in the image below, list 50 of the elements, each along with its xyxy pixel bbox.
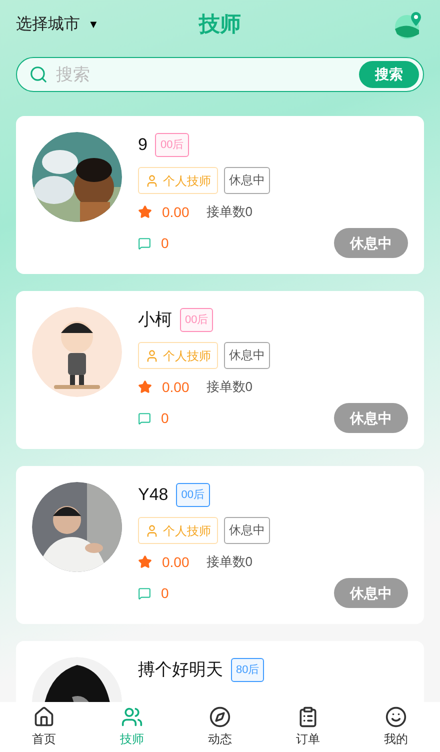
rating: 0.00 [162, 378, 190, 396]
search-icon [29, 65, 48, 84]
technician-card[interactable]: 小柯 00后 个人技师 休息中 0.00 接单数0 0 休息中 [16, 291, 424, 449]
tab-bar-item[interactable]: 首页 [14, 706, 74, 748]
status-tag: 休息中 [224, 342, 270, 369]
comment-icon [138, 412, 151, 424]
tab-bar-item[interactable]: 我的 [366, 706, 426, 748]
order-count: 接单数0 [206, 378, 252, 396]
age-tag: 00后 [176, 482, 210, 508]
technician-name: 小柯 [138, 309, 172, 332]
caret-icon[interactable]: ▼ [88, 16, 99, 34]
technician-card[interactable]: Y48 00后 个人技师 休息中 0.00 接单数0 0 休息中 [16, 466, 424, 624]
order-count: 接单数0 [206, 553, 252, 572]
age-tag: 80后 [231, 658, 264, 682]
type-tag-label: 个人技师 [163, 172, 211, 190]
rating: 0.00 [162, 202, 190, 222]
status-tag: 休息中 [224, 517, 270, 544]
person-icon [145, 524, 159, 538]
comment-count: 0 [161, 234, 169, 252]
tab-bar-item[interactable]: 订单 [278, 706, 338, 748]
technician-card[interactable]: 9 00后 个人技师 休息中 0.00 接单数0 0 休息中 [16, 116, 424, 274]
status-tag: 休息中 [224, 167, 270, 194]
people-icon [121, 706, 143, 728]
tab-bar-item[interactable]: 动态 [190, 706, 250, 748]
type-tag-label: 个人技师 [163, 348, 211, 364]
comment-icon [138, 586, 151, 600]
compass-icon [209, 706, 231, 728]
home-icon [33, 706, 55, 728]
comment-icon [138, 236, 151, 250]
clipboard-icon [297, 706, 319, 728]
technician-card[interactable]: 搏个好明天 80后 [16, 641, 424, 702]
technician-name: 9 [138, 134, 148, 156]
type-tag-label: 个人技师 [163, 522, 211, 540]
person-icon [145, 348, 159, 362]
map-pin-icon[interactable] [394, 10, 424, 40]
person-icon [145, 174, 159, 188]
page-title: 技师 [199, 12, 241, 38]
age-tag: 00后 [155, 132, 189, 158]
technician-name: 搏个好明天 [138, 659, 223, 682]
technician-name: Y48 [138, 484, 168, 506]
comment-count: 0 [161, 584, 169, 602]
comment-count: 0 [161, 408, 169, 428]
star-icon [138, 205, 152, 219]
order-count: 接单数0 [206, 203, 252, 222]
age-tag: 00后 [180, 308, 214, 332]
star-icon [138, 555, 152, 569]
city-selector[interactable]: 选择城市 [16, 13, 80, 37]
rating: 0.00 [162, 552, 190, 572]
star-icon [138, 380, 152, 394]
smile-icon [385, 706, 407, 728]
